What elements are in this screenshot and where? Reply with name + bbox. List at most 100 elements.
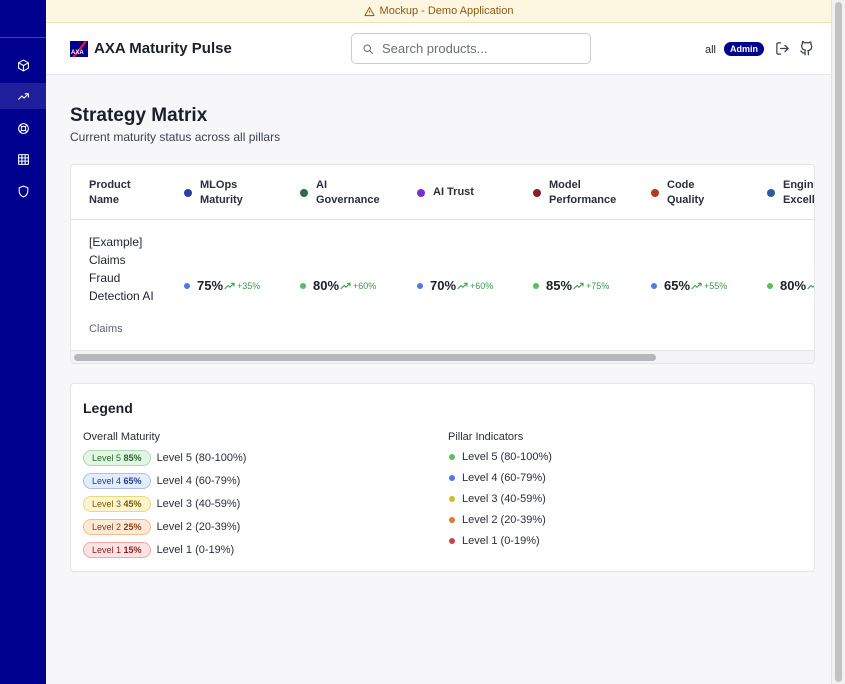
- score-value: 85%: [546, 278, 573, 293]
- page-subtitle: Current maturity status across all pilla…: [70, 130, 281, 144]
- scrollbar-thumb[interactable]: [74, 354, 656, 361]
- score-trend: +75%: [573, 281, 609, 291]
- pillar-indicator-row: Level 3 (40-59%): [449, 493, 546, 505]
- trending-up-icon: [691, 282, 702, 290]
- column-header-pillar: Engineering Excellence: [767, 178, 814, 208]
- column-header-pillar: MLOps Maturity: [184, 178, 270, 208]
- pillar-score-cell[interactable]: 85% +75%: [533, 278, 609, 293]
- trending-up-icon: [807, 282, 814, 290]
- page-scrollbar[interactable]: [831, 0, 845, 684]
- pillar-indicator-row: Level 2 (20-39%): [449, 514, 546, 526]
- score-level-dot: [300, 282, 306, 289]
- sidebar-item-grid[interactable]: [0, 146, 46, 172]
- axa-logo[interactable]: AXA: [70, 41, 88, 57]
- score-value: 65%: [664, 278, 691, 293]
- column-header-pillar: Model Performance: [533, 178, 629, 208]
- logout-button[interactable]: [775, 41, 790, 56]
- score-trend: +35%: [224, 281, 260, 291]
- score-trend: +55%: [691, 281, 727, 291]
- trending-up-icon: [17, 92, 29, 100]
- pillar-score-cell[interactable]: 80% +60%: [300, 278, 376, 293]
- pillar-indicator-row: Level 5 (80-100%): [449, 451, 552, 463]
- product-name[interactable]: [Example] Claims Fraud Detection AI: [89, 233, 159, 305]
- level-description: Level 2 (20-39%): [156, 521, 241, 533]
- product-department: Claims: [89, 323, 123, 335]
- user-scope: all: [705, 44, 717, 56]
- sidebar-item-products[interactable]: [0, 52, 46, 78]
- legend-title: Legend: [83, 400, 133, 416]
- level-description: Level 5 (80-100%): [156, 452, 247, 464]
- search-icon: [363, 44, 374, 55]
- overall-level-row: Level 3 45% Level 3 (40-59%): [83, 496, 240, 512]
- search-input[interactable]: [382, 41, 582, 56]
- score-level-dot: [651, 282, 657, 289]
- page-title: Strategy Matrix: [70, 105, 208, 126]
- table-header: Product Name MLOps Maturity AI Governanc…: [71, 165, 814, 220]
- score-level-dot: [533, 282, 539, 289]
- logout-icon: [776, 42, 789, 55]
- column-header-pillar: AI Trust: [417, 185, 474, 200]
- pillar-color-dot: [184, 189, 192, 197]
- demo-banner: Mockup - Demo Application: [46, 0, 831, 23]
- github-button[interactable]: [799, 40, 814, 56]
- logo-text: AXA: [71, 50, 84, 56]
- score-trend: +60%: [457, 281, 493, 291]
- score-trend: +60%: [340, 281, 376, 291]
- score-trend: [807, 281, 814, 290]
- indicator-dot: [449, 538, 455, 544]
- score-value: 80%: [313, 278, 340, 293]
- level-badge: Level 5 85%: [83, 450, 151, 466]
- indicator-dot: [449, 475, 455, 481]
- pillar-color-dot: [300, 189, 308, 197]
- pillar-color-dot: [651, 189, 659, 197]
- score-value: 70%: [430, 278, 457, 293]
- table-row[interactable]: [Example] Claims Fraud Detection AI Clai…: [71, 220, 814, 350]
- warning-icon: [364, 6, 375, 16]
- grid-icon: [17, 153, 29, 165]
- level-description: Level 4 (60-79%): [156, 475, 241, 487]
- banner-text: Mockup - Demo Application: [379, 5, 514, 17]
- app-header: AXA AXA Maturity Pulse all Admin: [46, 23, 831, 75]
- indicator-dot: [449, 496, 455, 502]
- pillar-indicator-row: Level 4 (60-79%): [449, 472, 546, 484]
- level-badge: Level 4 65%: [83, 473, 151, 489]
- cube-icon: [17, 59, 29, 71]
- score-level-dot: [184, 282, 190, 289]
- trending-up-icon: [340, 282, 351, 290]
- level-description: Level 3 (40-59%): [156, 498, 241, 510]
- sidebar-item-support[interactable]: [0, 115, 46, 141]
- pillar-score-cell[interactable]: 80%: [767, 278, 814, 293]
- strategy-matrix-table: Product Name MLOps Maturity AI Governanc…: [70, 164, 815, 364]
- pillar-score-cell[interactable]: 75% +35%: [184, 278, 260, 293]
- level-badge: Level 3 45%: [83, 496, 151, 512]
- horizontal-scrollbar[interactable]: [71, 350, 814, 363]
- search-box: [351, 33, 591, 64]
- score-level-dot: [417, 282, 423, 289]
- github-icon: [800, 40, 813, 56]
- score-level-dot: [767, 282, 773, 289]
- pillar-color-dot: [417, 188, 425, 197]
- shield-icon: [18, 185, 28, 197]
- role-badge: Admin: [724, 42, 764, 56]
- column-header-pillar: AI Governance: [300, 178, 386, 208]
- pillar-score-cell[interactable]: 70% +60%: [417, 278, 493, 293]
- sidebar-item-strategy-matrix[interactable]: [0, 83, 46, 109]
- column-header-product: Product Name: [89, 179, 131, 206]
- sidebar-item-security[interactable]: [0, 178, 46, 204]
- trending-up-icon: [573, 282, 584, 290]
- score-value: 75%: [197, 278, 224, 293]
- level-badge: Level 2 25%: [83, 519, 151, 535]
- pillar-color-dot: [533, 189, 541, 197]
- column-header-pillar: Code Quality: [651, 178, 727, 208]
- pillar-score-cell[interactable]: 65% +55%: [651, 278, 727, 293]
- sidebar-divider: [0, 37, 46, 38]
- legend-panel: Legend Overall Maturity Pillar Indicator…: [70, 383, 815, 572]
- overall-level-row: Level 1 15% Level 1 (0-19%): [83, 542, 234, 558]
- scrollbar-thumb[interactable]: [835, 2, 842, 682]
- lifebuoy-icon: [17, 122, 29, 134]
- indicator-dot: [449, 454, 455, 460]
- trending-up-icon: [224, 282, 235, 290]
- overall-level-row: Level 2 25% Level 2 (20-39%): [83, 519, 240, 535]
- trending-up-icon: [457, 282, 468, 290]
- overall-level-row: Level 4 65% Level 4 (60-79%): [83, 473, 240, 489]
